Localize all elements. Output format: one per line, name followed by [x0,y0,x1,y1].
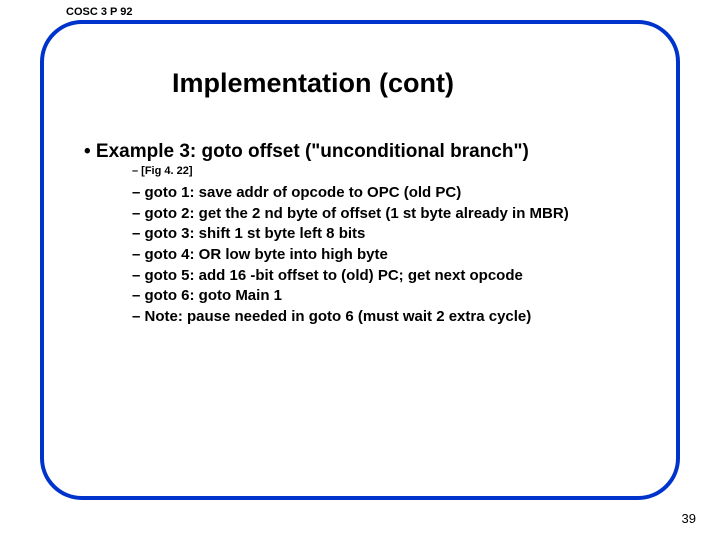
sub-bullet-2: – goto 2: get the 2 nd byte of offset (1… [132,204,648,225]
sub-bullet-5: – goto 5: add 16 -bit offset to (old) PC… [132,266,648,287]
page-number: 39 [682,511,696,526]
sub-bullet-1: – goto 1: save addr of opcode to OPC (ol… [132,183,648,204]
main-bullet: • Example 3: goto offset ("unconditional… [84,141,648,163]
figure-reference: – [Fig 4. 22] [132,165,648,177]
sub-bullet-3: – goto 3: shift 1 st byte left 8 bits [132,224,648,245]
sub-bullet-6: – goto 6: goto Main 1 [132,286,648,307]
slide-title: Implementation (cont) [172,68,648,99]
sub-bullet-4: – goto 4: OR low byte into high byte [132,245,648,266]
course-code-label: COSC 3 P 92 [60,6,138,18]
sub-bullet-7: – Note: pause needed in goto 6 (must wai… [132,307,648,328]
slide-frame: Implementation (cont) • Example 3: goto … [40,20,680,500]
